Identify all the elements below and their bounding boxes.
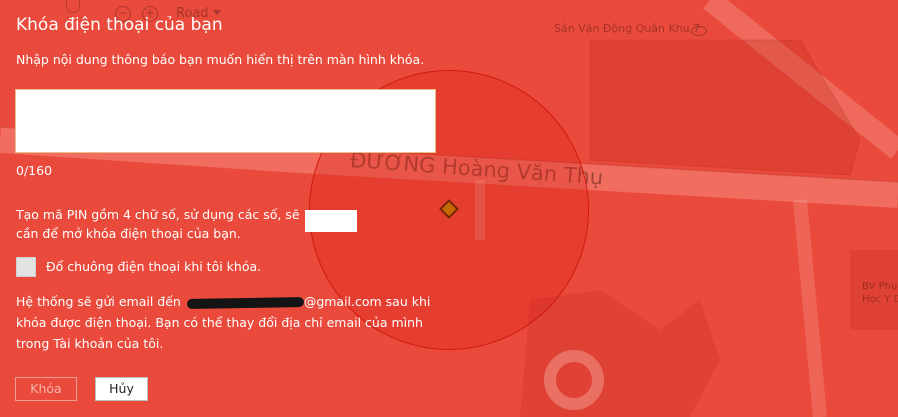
email-notice: Hệ thống sẽ gửi email đến @gmail.com sau… — [16, 291, 436, 354]
message-instructions: Nhập nội dung thông báo bạn muốn hiển th… — [16, 52, 425, 67]
lock-phone-screen: − + Road Sân Vận Động Quân Khu 7 ĐƯỜNG H… — [0, 0, 898, 417]
cancel-button[interactable]: Hủy — [95, 377, 148, 401]
redacted-email-mark — [186, 296, 304, 309]
ring-phone-checkbox[interactable] — [16, 257, 36, 277]
pin-input[interactable] — [305, 210, 357, 232]
character-counter: 0/160 — [16, 163, 53, 178]
email-notice-prefix: Hệ thống sẽ gửi email đến — [16, 294, 185, 309]
lock-button[interactable]: Khóa — [15, 377, 77, 401]
ring-phone-label: Đổ chuông điện thoại khi tôi khóa. — [46, 259, 262, 274]
lock-message-input[interactable] — [15, 89, 436, 153]
pin-description: Tạo mã PIN gồm 4 chữ số, sử dụng các số,… — [16, 207, 300, 241]
lock-phone-dialog: Khóa điện thoại của bạn Nhập nội dung th… — [0, 0, 898, 417]
dialog-title: Khóa điện thoại của bạn — [16, 15, 223, 35]
